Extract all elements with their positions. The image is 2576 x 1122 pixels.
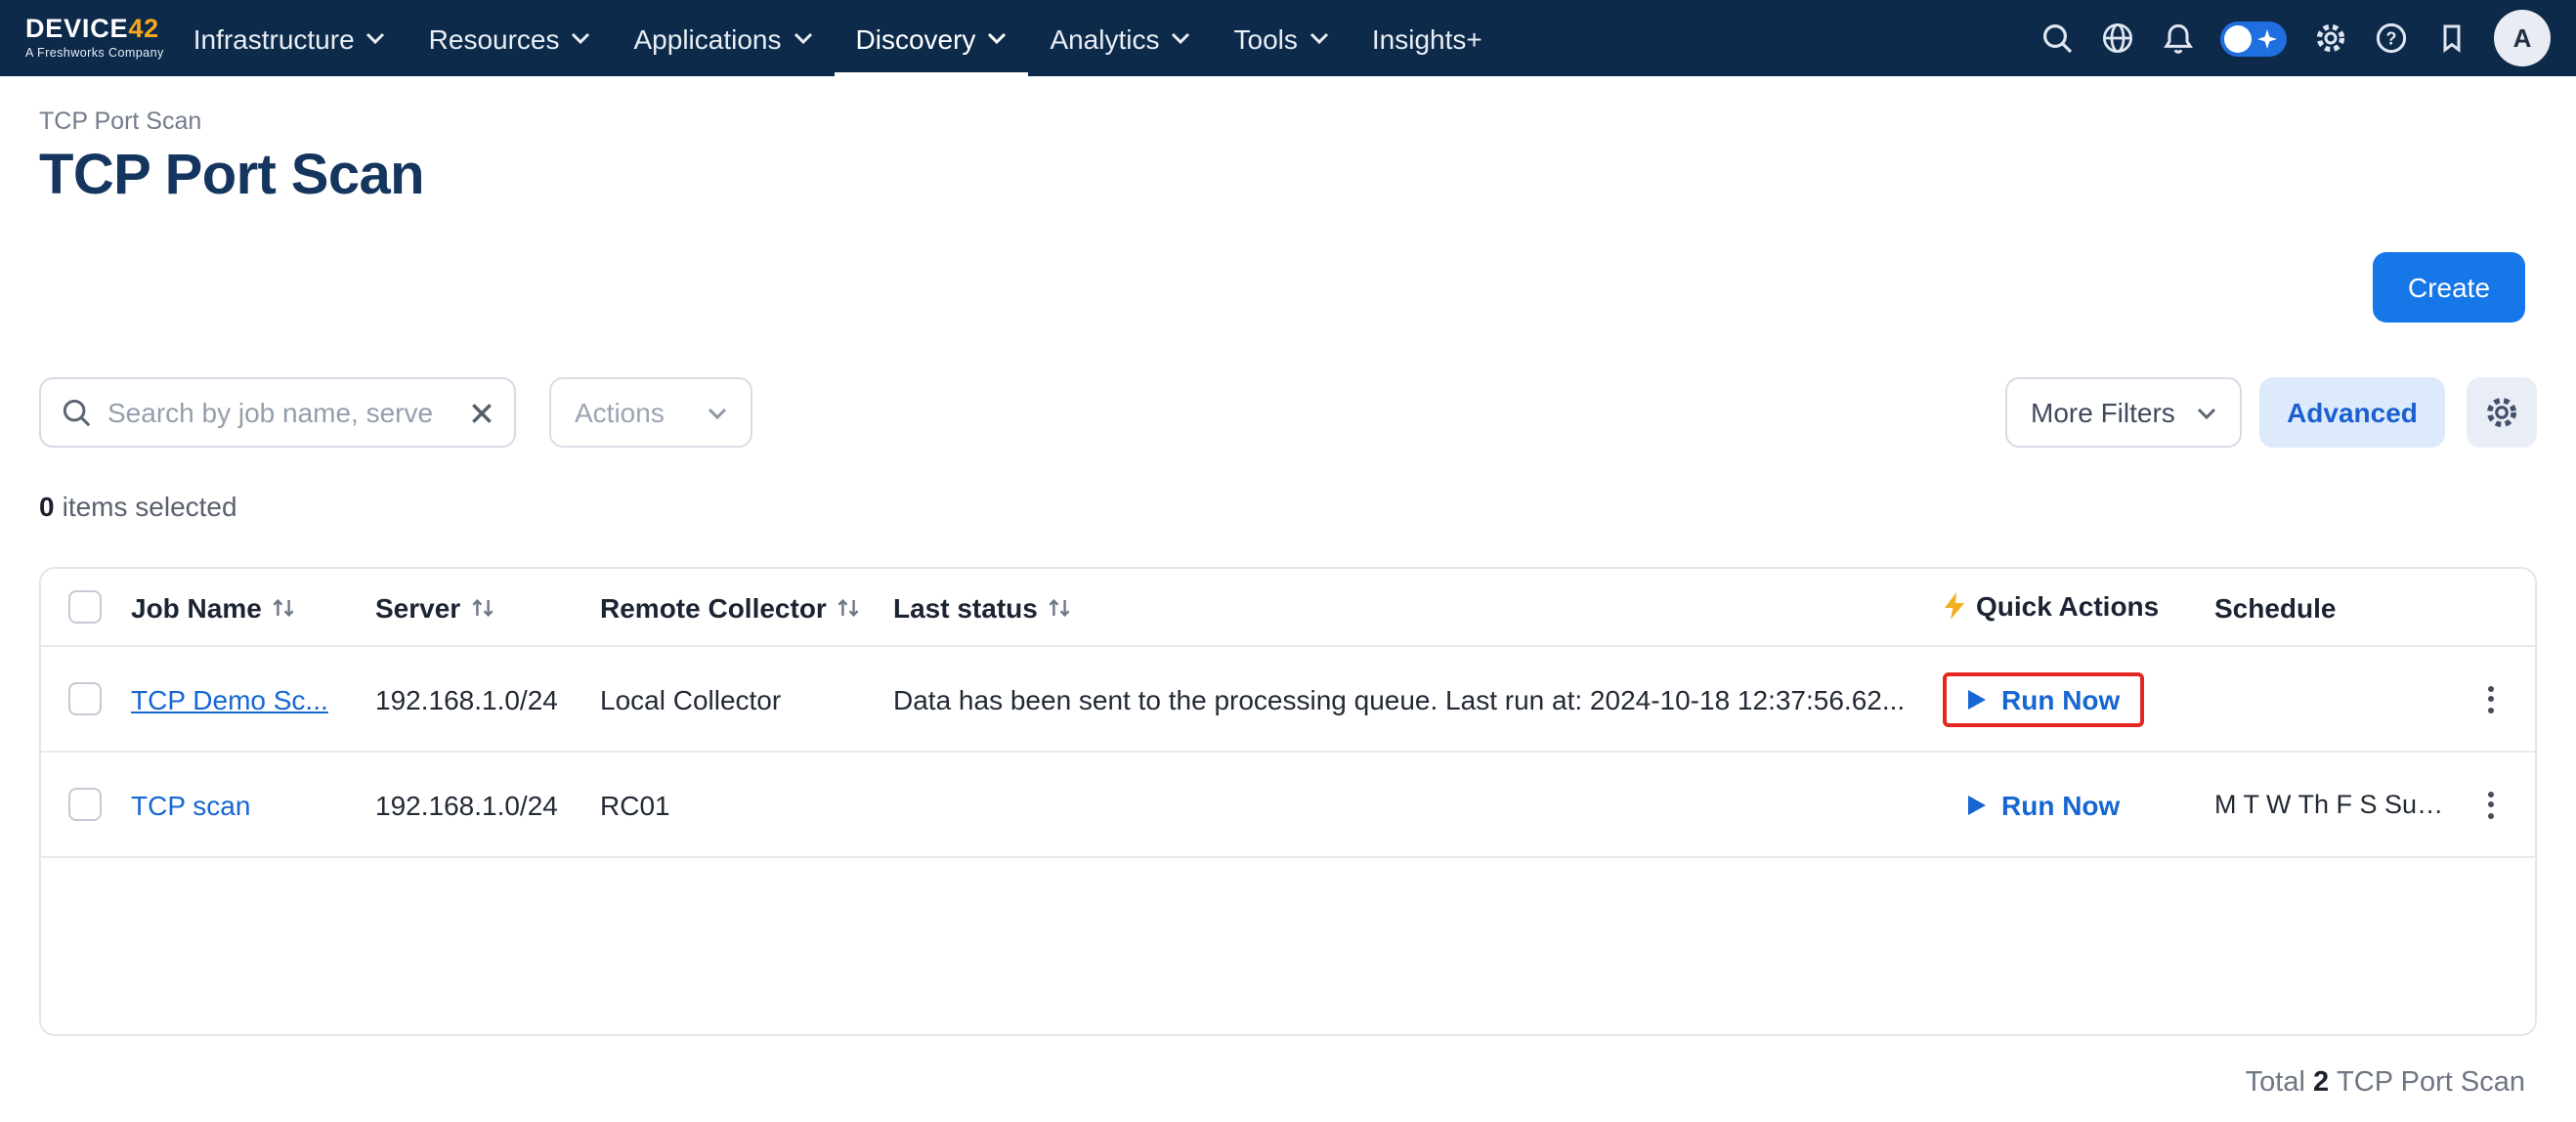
chevron-down-icon <box>366 31 386 45</box>
toolbar: Actions More Filters Advanced <box>39 377 2537 448</box>
chevron-down-icon <box>2197 406 2216 419</box>
nav-item-infrastructure[interactable]: Infrastructure <box>172 0 408 76</box>
column-header-job-name[interactable]: Job Name <box>131 591 295 623</box>
select-all-checkbox[interactable] <box>68 591 102 625</box>
nav-item-label: Applications <box>634 22 782 54</box>
nav-item-label: Infrastructure <box>193 22 355 54</box>
help-icon[interactable]: ? <box>2373 21 2408 56</box>
brand-logo[interactable]: DEVICE42 A Freshworks Company <box>25 0 164 76</box>
gear-icon <box>2484 395 2519 430</box>
sort-icon[interactable] <box>837 595 860 619</box>
row-menu-kebab-icon[interactable] <box>2463 677 2519 720</box>
create-button[interactable]: Create <box>2373 252 2525 323</box>
toggle-knob-icon <box>2224 24 2252 52</box>
chevron-down-icon <box>1172 31 1191 45</box>
nav-utilities: ? A <box>2039 0 2551 76</box>
job-name-link[interactable]: TCP scan <box>131 789 250 820</box>
remote-collector-cell: RC01 <box>600 789 893 820</box>
primary-nav: Infrastructure Resources Applications Di… <box>172 0 1504 76</box>
nav-item-resources[interactable]: Resources <box>408 0 613 76</box>
nav-item-label: Analytics <box>1050 22 1159 54</box>
sort-icon[interactable] <box>470 595 494 619</box>
run-now-button[interactable]: Run Now <box>1943 777 2143 832</box>
brand-name: DEVICE42 <box>25 16 164 42</box>
nav-item-tools[interactable]: Tools <box>1213 0 1351 76</box>
more-filters-dropdown[interactable]: More Filters <box>2005 377 2242 448</box>
row-checkbox[interactable] <box>68 789 102 822</box>
actions-dropdown[interactable]: Actions <box>549 377 752 448</box>
app-viewport: DEVICE42 A Freshworks Company Infrastruc… <box>0 0 2576 1122</box>
chevron-down-icon <box>794 31 813 45</box>
job-name-link[interactable]: TCP Demo Sc... <box>131 683 328 714</box>
user-avatar[interactable]: A <box>2494 10 2551 66</box>
last-status-cell: Data has been sent to the processing que… <box>893 683 1943 714</box>
table-settings-button[interactable] <box>2467 377 2537 448</box>
server-cell: 192.168.1.0/24 <box>375 789 600 820</box>
brand-name-accent: 42 <box>128 14 159 43</box>
play-icon <box>1966 793 1988 816</box>
nav-item-label: Discovery <box>856 22 976 54</box>
chevron-down-icon <box>572 31 591 45</box>
schedule-cell: M T W Th F S Su 15: <box>2214 790 2463 819</box>
selection-count: 0 <box>39 491 55 522</box>
search-box <box>39 377 516 448</box>
total-count: Total 2 TCP Port Scan <box>2246 1067 2525 1099</box>
sort-icon[interactable] <box>272 595 295 619</box>
total-value: 2 <box>2313 1067 2329 1099</box>
nav-item-analytics[interactable]: Analytics <box>1028 0 1212 76</box>
table-header-row: Job Name Server Remote Collector Last st… <box>41 569 2535 647</box>
search-icon <box>61 397 92 428</box>
nav-item-label: Tools <box>1234 22 1298 54</box>
gear-icon[interactable] <box>2312 21 2347 56</box>
sort-icon[interactable] <box>1048 595 1071 619</box>
total-entity: TCP Port Scan <box>2337 1067 2525 1099</box>
notifications-bell-icon[interactable] <box>2160 21 2195 56</box>
column-header-schedule: Schedule <box>2214 591 2337 623</box>
brand-name-prefix: DEVICE <box>25 14 128 43</box>
top-nav: DEVICE42 A Freshworks Company Infrastruc… <box>0 0 2576 76</box>
search-icon[interactable] <box>2039 21 2074 56</box>
nav-item-label: Insights+ <box>1372 22 1482 54</box>
table-row: TCP scan 192.168.1.0/24 RC01 Run Now M T… <box>41 753 2535 858</box>
clear-search-icon[interactable] <box>469 400 494 425</box>
brand-tagline: A Freshworks Company <box>25 47 164 61</box>
row-menu-kebab-icon[interactable] <box>2463 783 2519 826</box>
column-header-quick-actions: Quick Actions <box>1943 589 2159 621</box>
chevron-down-icon <box>708 406 727 419</box>
nav-item-label: Resources <box>429 22 560 54</box>
run-now-button[interactable]: Run Now <box>1943 671 2143 726</box>
page-content: TCP Port Scan TCP Port Scan Create Actio… <box>0 76 2576 1122</box>
remote-collector-cell: Local Collector <box>600 683 893 714</box>
toolbar-right-group: More Filters Advanced <box>2005 377 2537 448</box>
chevron-down-icon <box>1309 31 1329 45</box>
theme-toggle[interactable] <box>2220 21 2287 56</box>
row-checkbox[interactable] <box>68 683 102 716</box>
lightning-bolt-icon <box>1943 591 1966 619</box>
advanced-button[interactable]: Advanced <box>2259 377 2445 448</box>
total-label: Total <box>2246 1067 2305 1099</box>
svg-text:?: ? <box>2385 28 2396 48</box>
more-filters-label: More Filters <box>2031 397 2175 428</box>
globe-icon[interactable] <box>2099 21 2134 56</box>
nav-item-applications[interactable]: Applications <box>613 0 835 76</box>
nav-item-insights[interactable]: Insights+ <box>1351 0 1504 76</box>
chevron-down-icon <box>987 31 1007 45</box>
bookmark-icon[interactable] <box>2433 21 2469 56</box>
sparkle-icon <box>2257 28 2277 48</box>
selection-suffix: items selected <box>63 491 237 522</box>
column-header-remote-collector[interactable]: Remote Collector <box>600 591 860 623</box>
actions-dropdown-label: Actions <box>575 397 665 428</box>
play-icon <box>1966 687 1988 711</box>
column-header-server[interactable]: Server <box>375 591 494 623</box>
table-row: TCP Demo Sc... 192.168.1.0/24 Local Coll… <box>41 647 2535 753</box>
page-title: TCP Port Scan <box>39 145 2537 209</box>
breadcrumb[interactable]: TCP Port Scan <box>39 76 201 135</box>
search-input[interactable] <box>107 397 453 428</box>
server-cell: 192.168.1.0/24 <box>375 683 600 714</box>
selection-status: 0 items selected <box>39 491 2537 522</box>
column-header-last-status[interactable]: Last status <box>893 591 1071 623</box>
nav-item-discovery[interactable]: Discovery <box>835 0 1029 76</box>
jobs-table: Job Name Server Remote Collector Last st… <box>39 567 2537 1036</box>
